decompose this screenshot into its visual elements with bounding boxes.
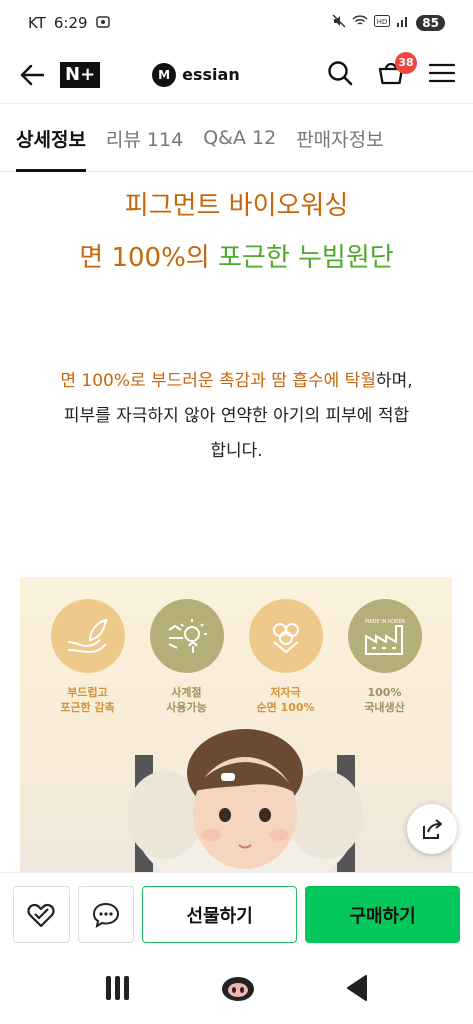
status-bar: KT 6:29 HD 85 <box>0 0 473 46</box>
nplus-text: N+ <box>65 64 96 85</box>
back-button[interactable] <box>18 61 46 89</box>
feature-label: 100% 국내생산 <box>364 686 405 714</box>
search-icon <box>328 60 353 85</box>
svg-text:HD: HD <box>377 18 388 26</box>
hamburger-icon <box>428 63 456 82</box>
top-header: N+ M essian 38 <box>0 46 473 104</box>
chat-icon <box>92 902 119 928</box>
product-tabs: 상세정보 리뷰 114 Q&A 12 판매자정보 <box>0 105 473 172</box>
brand-name: essian <box>182 65 240 84</box>
pig-home-icon <box>222 977 255 1001</box>
triangle-back-icon <box>346 975 367 1001</box>
brand-logo-icon: M <box>152 62 177 87</box>
hero-line-2: 면 100%의 포근한 누빔원단 <box>0 232 473 284</box>
system-back-button[interactable] <box>345 974 369 1006</box>
product-detail-content: 피그먼트 바이오워싱 면 100%의 포근한 누빔원단 면 100%로 부드러운… <box>0 172 473 872</box>
wifi-icon <box>352 15 368 31</box>
carrier-label: KT <box>28 14 46 32</box>
baby-photo-image <box>127 729 363 872</box>
naver-plus-badge[interactable]: N+ <box>60 61 101 88</box>
clock: 6:29 <box>53 14 88 32</box>
share-button[interactable] <box>407 804 457 854</box>
heart-check-icon <box>27 903 55 927</box>
factory-icon: MADE IN KOREA <box>347 599 422 673</box>
tab-qna[interactable]: Q&A 12 <box>203 105 276 171</box>
search-button[interactable] <box>327 60 353 90</box>
product-description: 면 100%로 부드러운 촉감과 땀 흡수에 탁월하며, 피부를 자극하지 않아… <box>0 364 473 469</box>
screenshot-icon <box>95 14 110 32</box>
home-button[interactable] <box>220 974 256 1006</box>
feature-item: 부드럽고 포근한 감촉 <box>48 599 128 715</box>
share-icon <box>423 819 442 839</box>
talk-button[interactable] <box>77 886 135 943</box>
gift-button[interactable]: 선물하기 <box>142 886 298 943</box>
description-line-2: 피부를 자극하지 않아 연약한 아기의 피부에 적합 <box>63 406 410 426</box>
recents-icon <box>106 976 130 1000</box>
description-highlight: 면 100%로 부드러운 촉감과 땀 흡수에 탁월 <box>60 371 376 391</box>
cotton-icon <box>248 599 323 673</box>
tab-reviews[interactable]: 리뷰 114 <box>106 105 183 171</box>
hero-line-2-part-1: 면 100%의 <box>79 243 218 273</box>
purchase-action-bar: 선물하기 구매하기 <box>0 872 473 956</box>
menu-button[interactable] <box>428 62 456 88</box>
tab-seller-info[interactable]: 판매자정보 <box>296 105 383 171</box>
tab-details[interactable]: 상세정보 <box>16 105 86 172</box>
cart-count-badge: 38 <box>395 51 417 74</box>
feature-label: 부드럽고 포근한 감촉 <box>60 686 115 714</box>
hero-heading: 피그먼트 바이오워싱 면 100%의 포근한 누빔원단 <box>0 180 473 284</box>
weather-icon <box>149 599 224 673</box>
product-image-banner: 부드럽고 포근한 감촉 사계절 사용가능 저자극 순면 100% MADE IN… <box>20 577 452 872</box>
hero-line-1: 피그먼트 바이오워싱 <box>124 191 349 221</box>
hd-icon: HD <box>374 15 391 31</box>
back-arrow-icon <box>20 64 44 85</box>
description-rest: 하며, <box>375 371 413 391</box>
cart-button[interactable]: 38 <box>377 51 417 90</box>
hero-line-2-part-2: 포근한 누빔원단 <box>217 243 394 273</box>
signal-icon <box>396 15 410 31</box>
recent-apps-button[interactable] <box>104 975 132 1005</box>
description-line-3: 합니다. <box>210 441 263 461</box>
wishlist-button[interactable] <box>13 886 70 943</box>
store-brand[interactable]: M essian <box>152 62 240 87</box>
battery-level: 85 <box>416 15 445 31</box>
buy-button[interactable]: 구매하기 <box>305 886 461 943</box>
leaf-hand-icon <box>50 599 125 673</box>
mute-icon <box>332 14 346 32</box>
made-in-korea-sign: MADE IN KOREA <box>364 619 405 625</box>
system-navigation-bar <box>0 956 473 1024</box>
